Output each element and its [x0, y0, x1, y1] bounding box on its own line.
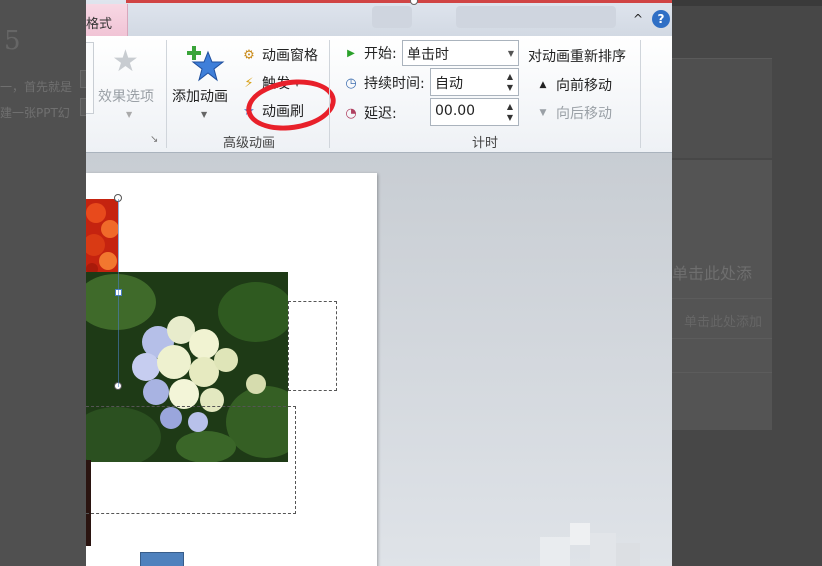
advanced-animation-group-label: 高级动画 — [222, 136, 275, 151]
selection-outline — [118, 199, 119, 387]
delay-label-row: ◔ 延迟: — [342, 102, 397, 124]
help-icon: ? — [657, 12, 665, 26]
delay-value: 00.00 — [435, 103, 476, 119]
add-animation-dropdown-icon: ▼ — [201, 110, 208, 119]
tab-format[interactable]: 格式 — [86, 4, 128, 36]
duration-label-row: ◷ 持续时间: — [342, 72, 425, 94]
group-separator — [166, 40, 167, 148]
effect-options-dropdown-icon: ▼ — [126, 110, 133, 119]
animation-pane-button[interactable]: ⚙ 动画窗格 — [240, 44, 318, 66]
title-bar: 格式 ^ ? — [86, 0, 672, 36]
duration-value: 自动 — [435, 76, 463, 92]
help-button[interactable]: ? — [652, 10, 670, 28]
text-placeholder-box[interactable] — [86, 406, 296, 514]
timing-group-label: 计时 — [471, 136, 498, 151]
red-flower-image[interactable] — [86, 199, 118, 277]
dialog-launcher-icon[interactable]: ↘ — [150, 134, 158, 145]
background-text-line-1: 一，首先就是 — [0, 80, 73, 94]
slide-canvas[interactable] — [86, 173, 377, 566]
delay-spinner[interactable]: 00.00 ▲ ▼ — [430, 98, 519, 126]
background-divider — [672, 298, 772, 299]
effect-options-label: 效果选项 — [98, 89, 154, 105]
minimize-ribbon-button[interactable]: ^ — [629, 10, 647, 28]
move-later-button[interactable]: ▼ 向后移动 — [534, 102, 612, 124]
group-separator — [640, 40, 641, 148]
background-document-left: 5 一，首先就是 建一张PPT幻 — [0, 0, 86, 566]
triangle-down-icon: ▼ — [539, 108, 547, 118]
background-slide-title: 单击此处添 — [672, 264, 753, 283]
start-label-row: ▶ 开始: — [342, 42, 397, 64]
title-accent-line — [126, 0, 672, 3]
animation-pane-label: 动画窗格 — [262, 48, 318, 64]
clock-icon: ◷ — [345, 75, 357, 91]
group-separator — [329, 40, 330, 148]
add-animation-label: 添加动画 — [172, 89, 228, 105]
background-text-line-2: 建一张PPT幻 — [0, 106, 70, 120]
trigger-lightning-icon: ⚡ — [244, 75, 254, 91]
chevron-down-icon: ▼ — [507, 49, 514, 58]
play-icon: ▶ — [347, 47, 355, 59]
blue-rectangle-shape[interactable] — [140, 552, 184, 566]
text-placeholder-box[interactable] — [288, 301, 337, 391]
chevron-up-icon: ^ — [632, 12, 644, 26]
background-digit: 5 — [4, 26, 21, 56]
delay-label: 延迟: — [364, 106, 397, 122]
title-blur — [456, 6, 616, 28]
spinner-arrows-icon[interactable]: ▲ ▼ — [504, 101, 516, 123]
move-later-label: 向后移动 — [556, 106, 612, 122]
spinner-arrows-icon[interactable]: ▲ ▼ — [504, 71, 516, 93]
background-slide — [672, 160, 772, 430]
duration-label: 持续时间: — [364, 76, 425, 92]
add-animation-star-icon — [187, 46, 225, 82]
blurred-watermark — [540, 523, 640, 566]
effect-options-star-icon: ★ — [112, 44, 139, 79]
reorder-title: 对动画重新排序 — [528, 49, 626, 65]
start-select[interactable]: 单击时 ▼ — [402, 40, 519, 66]
animation-pane-icon: ⚙ — [243, 47, 255, 63]
window-handle — [410, 0, 418, 5]
move-earlier-button[interactable]: ▲ 向前移动 — [534, 74, 612, 96]
gallery-scroll-edge[interactable] — [86, 42, 94, 114]
background-divider — [672, 372, 772, 373]
start-value: 单击时 — [407, 47, 449, 63]
animations-ribbon: ★ 效果选项 ▼ ↘ 添加动画 ▼ ⚙ 动画窗格 ⚡ 触发 ▼ ★ 动画刷 高级… — [86, 36, 672, 153]
effect-options-button[interactable]: 效果选项 — [98, 86, 154, 106]
duration-spinner[interactable]: 自动 ▲ ▼ — [430, 68, 519, 96]
slide-editing-area[interactable] — [86, 153, 672, 566]
powerpoint-window: 格式 ^ ? ★ 效果选项 ▼ ↘ 添加动画 ▼ ⚙ 动画窗格 ⚡ 触发 ▼ ★… — [86, 0, 672, 566]
background-document-right: 单击此处添 单击此处添加 — [672, 0, 822, 566]
title-blur — [372, 6, 412, 28]
start-label: 开始: — [364, 46, 397, 62]
background-slide-subtitle: 单击此处添加 — [684, 315, 763, 330]
background-topbar — [672, 0, 822, 6]
delay-clock-icon: ◔ — [345, 105, 357, 121]
move-earlier-label: 向前移动 — [556, 78, 612, 94]
background-thumbnail-strip — [672, 58, 772, 158]
triangle-up-icon: ▲ — [539, 80, 547, 90]
background-divider — [672, 338, 772, 339]
